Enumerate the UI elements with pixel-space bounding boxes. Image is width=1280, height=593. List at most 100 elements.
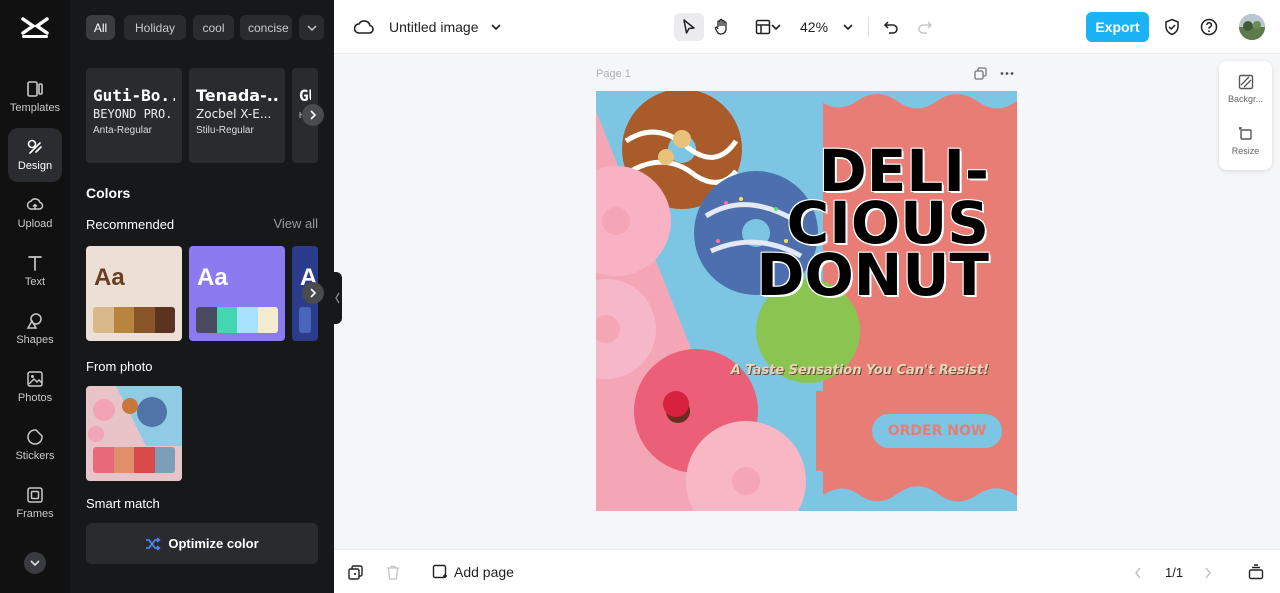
from-photo-label: From photo bbox=[86, 359, 153, 374]
document-title[interactable]: Untitled image bbox=[389, 19, 479, 35]
chip-cool[interactable]: cool bbox=[193, 15, 234, 40]
rail-label: Frames bbox=[16, 508, 54, 520]
cloud-save-button[interactable] bbox=[349, 13, 379, 41]
avatar[interactable] bbox=[1239, 14, 1265, 40]
add-page-icon bbox=[432, 564, 447, 579]
left-rail: Templates Design Upload Text Shapes Phot… bbox=[0, 0, 70, 593]
palettes-next-button[interactable] bbox=[302, 282, 324, 304]
help-icon bbox=[1200, 18, 1218, 36]
poster-order-now-button[interactable]: ORDER NOW bbox=[872, 414, 1002, 448]
hand-icon bbox=[714, 18, 727, 35]
rail-label: Photos bbox=[17, 392, 53, 404]
pages-panel-button[interactable] bbox=[1248, 564, 1264, 585]
font-name: Stilu-Regular bbox=[196, 125, 254, 136]
page-more-button[interactable] bbox=[1000, 67, 1014, 85]
chip-concise[interactable]: concise bbox=[240, 15, 292, 40]
rail-item-design[interactable]: Design bbox=[8, 128, 62, 182]
toolbar-divider bbox=[868, 17, 869, 37]
export-button[interactable]: Export bbox=[1086, 12, 1149, 42]
shield-button[interactable] bbox=[1157, 13, 1187, 41]
next-page-button[interactable] bbox=[1204, 566, 1212, 584]
font-secondary: BEYOND PRO... bbox=[93, 107, 175, 121]
rail-label: Stickers bbox=[15, 450, 55, 462]
background-label: Backgr... bbox=[1227, 94, 1263, 104]
design-panel: All Holiday cool concise Guti-Bo... BEYO… bbox=[70, 0, 334, 593]
palette-sample: Aa bbox=[197, 264, 228, 291]
photo-palette-card[interactable] bbox=[86, 386, 182, 481]
rail-item-templates[interactable]: Templates bbox=[8, 70, 62, 124]
cloud-icon bbox=[354, 20, 374, 34]
palette-card[interactable]: Aa bbox=[86, 246, 182, 341]
poster-tagline[interactable]: A Taste Sensation You Can't Resist! bbox=[731, 363, 989, 378]
layout-dropdown-button[interactable] bbox=[767, 13, 785, 41]
chevron-down-icon bbox=[843, 24, 853, 31]
chevron-right-icon bbox=[310, 288, 317, 298]
bottom-bar: Add page 1/1 bbox=[334, 549, 1280, 593]
chevron-right-icon bbox=[1205, 567, 1211, 579]
palette-swatches bbox=[299, 307, 311, 333]
hand-tool-button[interactable] bbox=[707, 13, 737, 41]
panel-collapse-handle[interactable] bbox=[333, 272, 342, 324]
chevron-down-icon bbox=[771, 24, 781, 31]
title-dropdown-button[interactable] bbox=[481, 13, 511, 41]
view-all-link[interactable]: View all bbox=[273, 216, 318, 231]
chevron-left-icon bbox=[1135, 567, 1141, 579]
optimize-color-button[interactable]: Optimize color bbox=[86, 523, 318, 564]
page-counter: 1/1 bbox=[1165, 565, 1184, 580]
chevron-down-icon bbox=[30, 560, 40, 567]
chevron-down-icon bbox=[491, 24, 501, 31]
design-canvas[interactable]: DELI- CIOUS DONUT A Taste Sensation You … bbox=[596, 91, 1017, 511]
rail-item-frames[interactable]: Frames bbox=[8, 476, 62, 530]
background-tool[interactable]: Backgr... bbox=[1219, 74, 1272, 104]
palette-card[interactable]: Aa bbox=[189, 246, 285, 341]
rail-label: Text bbox=[24, 276, 46, 288]
recommended-label: Recommended bbox=[86, 217, 175, 232]
right-tools-panel: Backgr... Resize bbox=[1219, 61, 1272, 170]
smart-match-label: Smart match bbox=[86, 496, 160, 511]
resize-tool[interactable]: Resize bbox=[1219, 126, 1272, 156]
add-page-button[interactable]: Add page bbox=[432, 564, 514, 580]
help-button[interactable] bbox=[1194, 13, 1224, 41]
fonts-next-button[interactable] bbox=[302, 104, 324, 126]
rail-item-text[interactable]: Text bbox=[8, 244, 62, 298]
zoom-level[interactable]: 42% bbox=[800, 19, 828, 35]
duplicate-page-button[interactable] bbox=[974, 67, 987, 85]
poster-headline[interactable]: DELI- CIOUS DONUT bbox=[756, 142, 989, 309]
templates-icon bbox=[27, 81, 43, 97]
prev-page-button[interactable] bbox=[1134, 566, 1142, 584]
rail-item-stickers[interactable]: Stickers bbox=[8, 418, 62, 472]
more-icon bbox=[1000, 72, 1014, 75]
font-name: Anta-Regular bbox=[93, 125, 152, 136]
shield-icon bbox=[1165, 18, 1179, 36]
chip-holiday[interactable]: Holiday bbox=[124, 15, 186, 40]
headline-line-3: DONUT bbox=[756, 241, 989, 309]
rail-item-photos[interactable]: Photos bbox=[8, 360, 62, 414]
photos-icon bbox=[27, 371, 43, 387]
zoom-dropdown-button[interactable] bbox=[833, 13, 863, 41]
select-tool-button[interactable] bbox=[674, 13, 704, 41]
redo-button[interactable] bbox=[910, 13, 940, 41]
shuffle-icon bbox=[146, 536, 161, 551]
chip-all[interactable]: All bbox=[86, 15, 115, 40]
font-display: Guti-Bo... bbox=[93, 86, 175, 105]
add-page-label: Add page bbox=[454, 564, 514, 580]
pages-icon bbox=[1248, 564, 1264, 580]
delete-page-button[interactable] bbox=[386, 565, 400, 585]
rail-label: Upload bbox=[17, 218, 53, 230]
design-icon bbox=[27, 139, 42, 154]
font-card[interactable]: Tenada-... Zocbel X-E... Stilu-Regular bbox=[189, 68, 285, 163]
chevron-right-icon bbox=[310, 110, 317, 120]
rail-item-upload[interactable]: Upload bbox=[8, 186, 62, 240]
undo-button[interactable] bbox=[876, 13, 906, 41]
undo-icon bbox=[883, 21, 898, 34]
rail-more-button[interactable] bbox=[24, 552, 46, 574]
resize-label: Resize bbox=[1231, 146, 1260, 156]
capcut-logo-icon bbox=[21, 17, 49, 38]
chevron-left-icon bbox=[335, 292, 340, 304]
chips-more-button[interactable] bbox=[299, 15, 324, 40]
stickers-icon bbox=[27, 429, 43, 445]
font-card[interactable]: Guti-Bo... BEYOND PRO... Anta-Regular bbox=[86, 68, 182, 163]
palette-swatches bbox=[93, 307, 175, 333]
copy-page-button[interactable] bbox=[348, 565, 363, 585]
rail-item-shapes[interactable]: Shapes bbox=[8, 302, 62, 356]
